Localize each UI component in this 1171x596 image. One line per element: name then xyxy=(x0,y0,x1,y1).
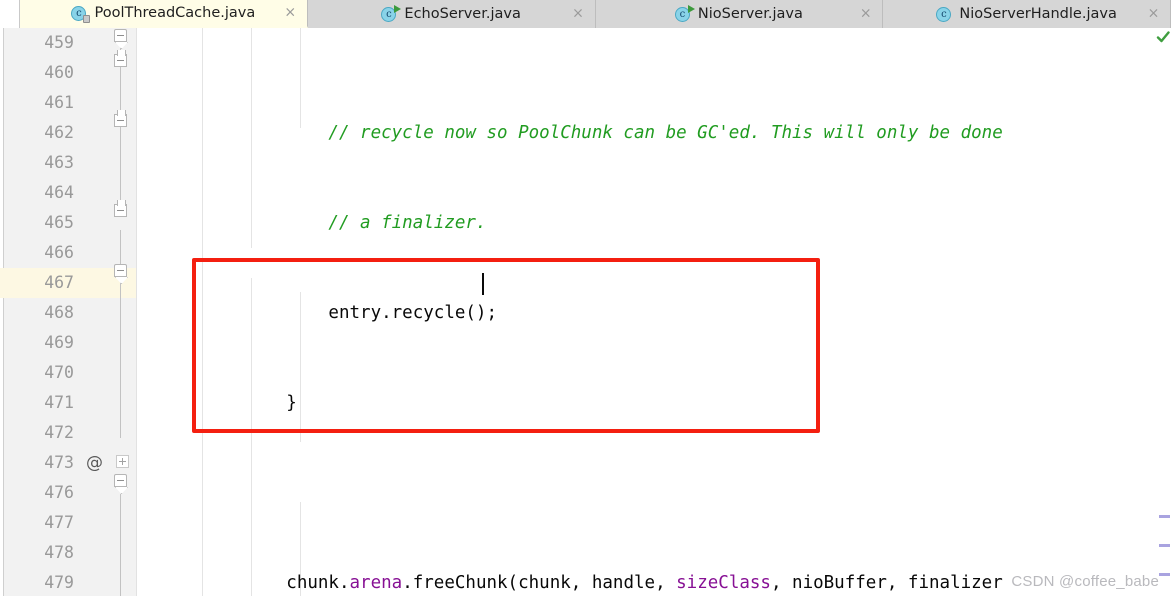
tab-label: NioServerHandle.java xyxy=(959,6,1117,22)
tab-label: NioServer.java xyxy=(697,6,803,22)
fold-expand-icon[interactable] xyxy=(116,455,129,468)
line-number: 468 xyxy=(44,303,74,322)
close-icon[interactable]: × xyxy=(572,7,585,21)
fold-marker[interactable] xyxy=(114,29,127,42)
code-editor[interactable]: 459 460 461 462 463 464 465 466 467 468 … xyxy=(0,28,1171,596)
code-line-461[interactable]: entry.recycle(); xyxy=(188,298,1171,328)
editor-window: c PoolThreadCache.java × c EchoServer.ja… xyxy=(0,0,1171,596)
text-caret xyxy=(482,273,484,295)
close-icon[interactable]: × xyxy=(859,7,872,21)
stripe-marker[interactable] xyxy=(1159,544,1170,547)
code-line-462[interactable]: } xyxy=(188,388,1171,418)
line-number-gutter[interactable]: 459 460 461 462 463 464 465 466 467 468 … xyxy=(0,28,157,596)
annotation-gutter: @ xyxy=(86,28,188,596)
tab-label: EchoServer.java xyxy=(404,6,521,22)
code-text-area[interactable]: // recycle now so PoolChunk can be GC'ed… xyxy=(188,28,1171,596)
tab-echoserver[interactable]: c EchoServer.java × xyxy=(307,0,596,28)
error-stripe-marker-bar[interactable] xyxy=(1156,28,1171,596)
code-line-463[interactable] xyxy=(188,478,1171,508)
tab-bar-left-stub xyxy=(0,0,20,28)
line-number: 478 xyxy=(44,543,74,562)
java-class-icon: c xyxy=(71,5,91,23)
fold-marker[interactable] xyxy=(114,474,127,487)
tab-poolthreadcache[interactable]: c PoolThreadCache.java × xyxy=(20,0,308,28)
lock-badge-icon xyxy=(83,14,91,23)
run-badge-icon xyxy=(687,4,695,13)
line-number: 469 xyxy=(44,333,74,352)
line-number: 470 xyxy=(44,363,74,382)
fold-marker[interactable] xyxy=(114,54,127,67)
java-class-icon: c xyxy=(674,4,695,23)
stripe-marker[interactable] xyxy=(1159,573,1170,576)
override-marker[interactable]: @ xyxy=(86,448,103,478)
close-icon[interactable]: × xyxy=(1147,7,1160,21)
editor-tab-bar: c PoolThreadCache.java × c EchoServer.ja… xyxy=(0,0,1171,28)
line-number: 463 xyxy=(44,153,74,172)
stripe-marker[interactable] xyxy=(1159,515,1170,518)
close-icon[interactable]: × xyxy=(284,6,297,20)
code-folding-rail[interactable] xyxy=(114,28,127,596)
tab-nioserver[interactable]: c NioServer.java × xyxy=(595,0,884,28)
tab-nioserverhandle[interactable]: c NioServerHandle.java × xyxy=(883,0,1171,28)
java-class-icon: c xyxy=(936,6,953,23)
line-number: 477 xyxy=(44,513,74,532)
line-number: 479 xyxy=(44,573,74,592)
java-class-icon: c xyxy=(381,4,402,23)
tab-label: PoolThreadCache.java xyxy=(94,5,256,21)
source-code[interactable]: // recycle now so PoolChunk can be GC'ed… xyxy=(188,28,1171,596)
green-check-icon xyxy=(1156,31,1170,43)
fold-marker[interactable] xyxy=(114,114,127,127)
fold-marker[interactable] xyxy=(114,204,127,217)
code-line-460[interactable]: // a finalizer. xyxy=(188,208,1171,238)
watermark-text: CSDN @coffee_babe xyxy=(1011,573,1159,590)
code-line-459[interactable]: // recycle now so PoolChunk can be GC'ed… xyxy=(188,118,1171,148)
run-badge-icon xyxy=(394,4,402,13)
fold-marker[interactable] xyxy=(114,264,127,277)
line-number: 472 xyxy=(44,423,74,442)
line-number: 471 xyxy=(44,393,74,412)
